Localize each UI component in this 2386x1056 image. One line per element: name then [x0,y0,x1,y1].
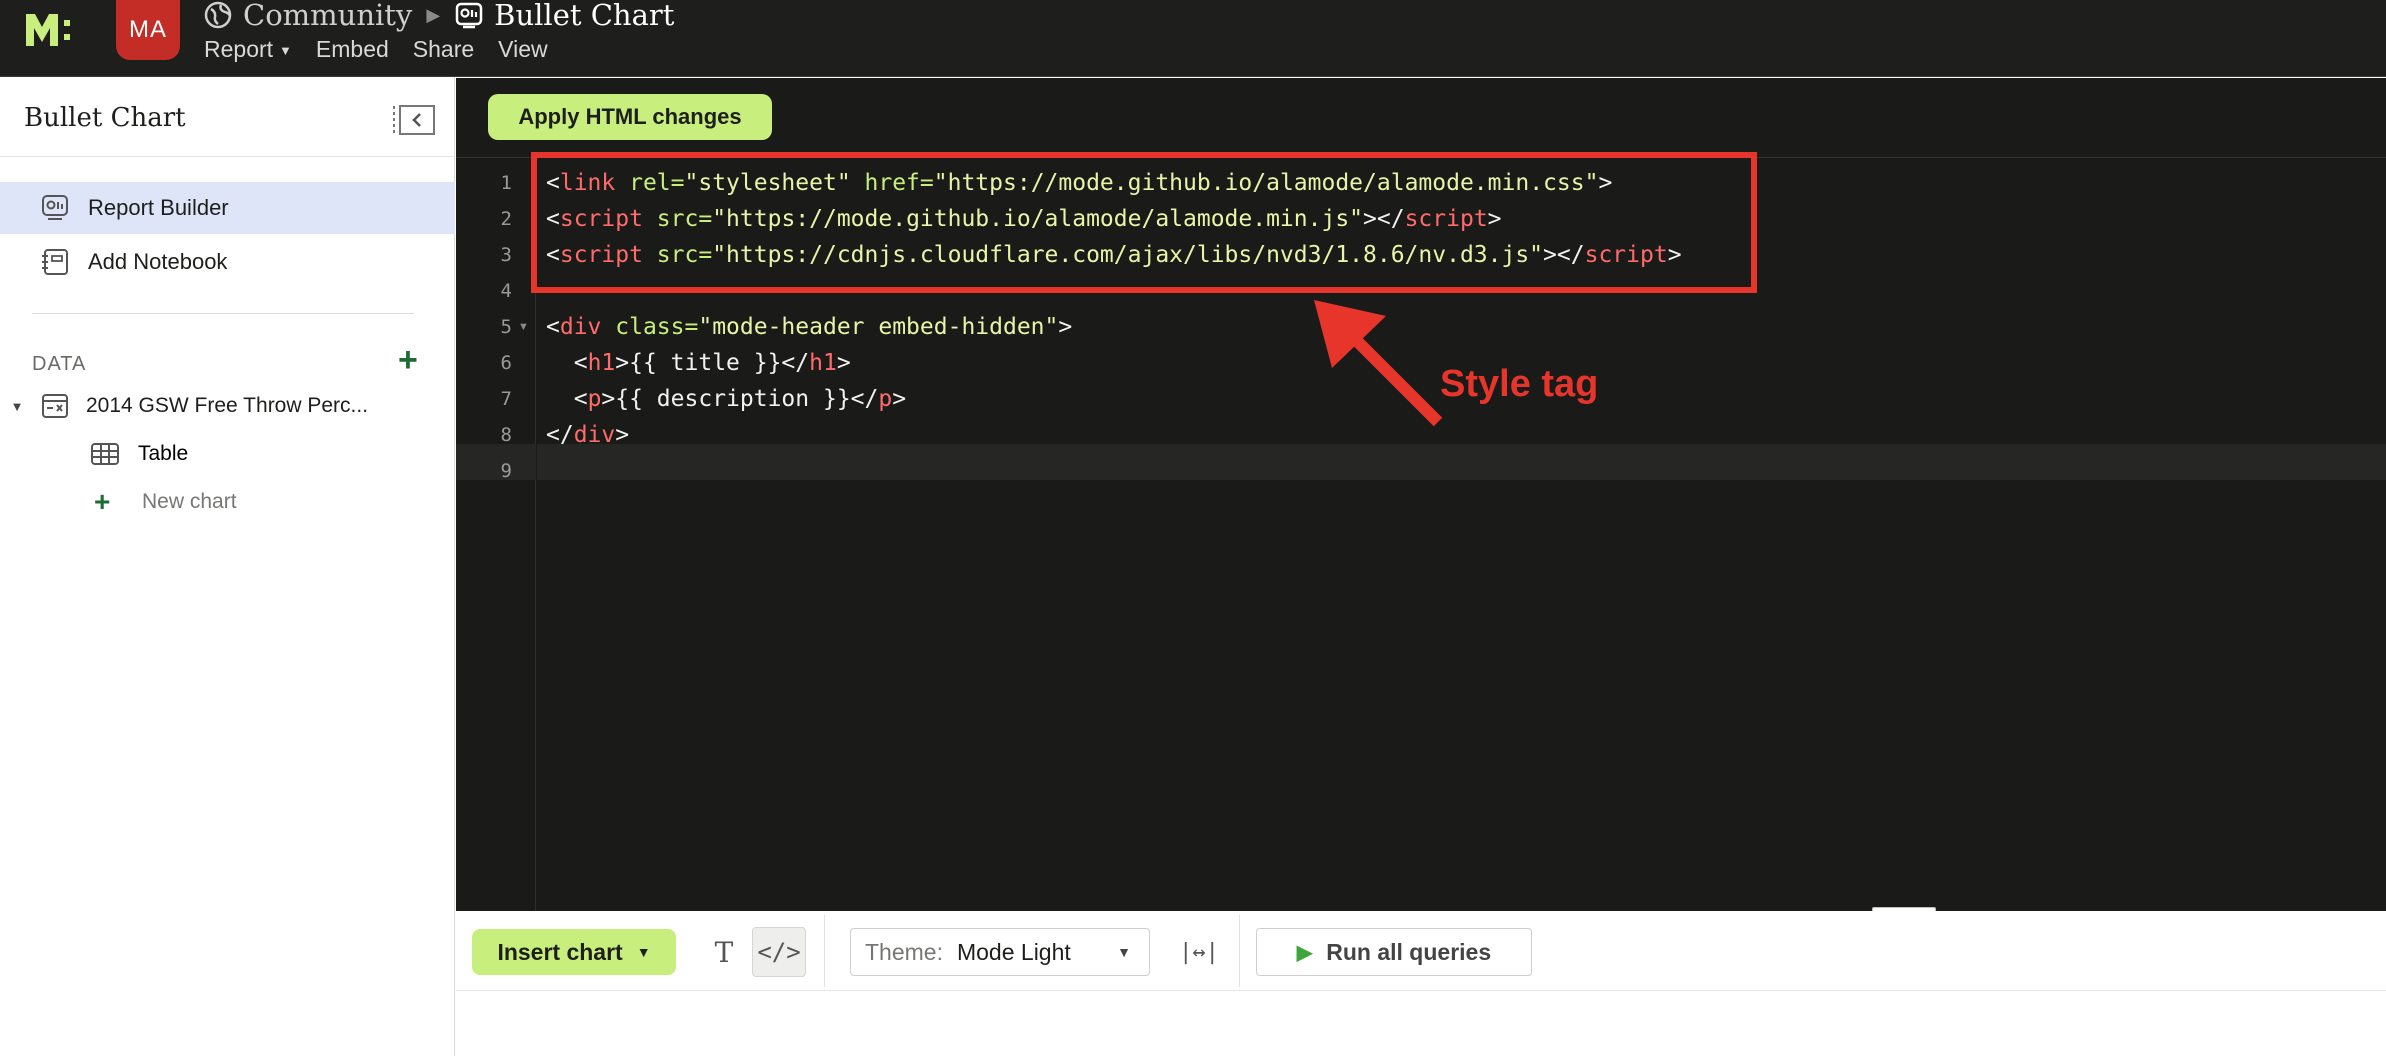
line-number: 3 [500,244,512,266]
left-sidebar: Bullet Chart Report Builder Add Notebook… [0,77,455,1056]
text-block-button[interactable]: T [701,929,747,975]
user-avatar[interactable]: MA [116,0,180,60]
dataset-row[interactable]: ▼ 2014 GSW Free Throw Perc... [0,386,455,426]
menu-embed[interactable]: Embed [316,36,389,63]
line-number: 9 [500,460,512,482]
menu-report[interactable]: Report ▼ [204,36,292,63]
line-number: 1 [500,172,512,194]
code-line-6: <h1>{{ title }}</h1> [573,350,851,376]
annotation-label: Style tag [1440,363,1599,405]
top-menu: Report ▼ Embed Share View [204,36,548,63]
insert-chart-label: Insert chart [497,938,623,965]
code-line-7: <p>{{ description }}</p> [573,386,907,412]
play-icon: ▶ [1296,941,1313,964]
data-section-heading: DATA [32,353,87,375]
top-bar: MA Community ▶ Bullet Chart Report ▼ Embe… [0,0,2386,77]
fold-arrow-icon[interactable]: ▼ [518,309,529,345]
report-icon [455,2,483,29]
new-chart-label: New chart [142,490,237,513]
sidebar-item-add-notebook[interactable]: Add Notebook [0,236,455,288]
line-number: 5 [500,316,512,338]
toolbar-divider [1239,915,1240,987]
theme-label: Theme: [865,938,943,965]
notebook-icon [42,249,68,275]
line-number: 8 [500,424,512,446]
caret-down-icon: ▼ [636,944,651,960]
code-line-8: </div> [546,422,630,448]
globe-icon [204,1,232,29]
caret-down-icon: ▼ [279,43,292,59]
breadcrumb-workspace[interactable]: Community [243,0,412,32]
dataset-name: 2014 GSW Free Throw Perc... [86,394,369,417]
annotation-arrow-icon [1314,300,1443,427]
dataset-child-label: Table [138,442,189,465]
run-all-queries-button[interactable]: ▶ Run all queries [1256,928,1532,976]
apply-html-changes-button[interactable]: Apply HTML changes [488,94,772,140]
breadcrumb: Community ▶ Bullet Chart [203,0,674,32]
table-icon [91,443,119,465]
app-root: MA Community ▶ Bullet Chart Report ▼ Embe… [0,0,2386,1056]
dataset-child-table[interactable]: Table [90,434,188,474]
menu-share[interactable]: Share [413,36,474,63]
insert-chart-button[interactable]: Insert chart ▼ [472,929,676,975]
sidebar-item-report-builder[interactable]: Report Builder [0,182,455,234]
mode-logo[interactable] [24,10,82,50]
theme-select[interactable]: Theme: Mode Light ▼ [850,928,1150,976]
bottom-toolbar: Insert chart ▼ T </> Theme: Mode Light ▼… [456,911,2386,991]
code-line-5: <div class="mode-header embed-hidden"> [546,314,1073,340]
line-number: 6 [500,352,512,374]
line-number: 7 [500,388,512,410]
add-data-plus-icon[interactable]: + [398,343,418,377]
annotation-highlight-box [531,152,1757,293]
query-icon [42,394,68,418]
breadcrumb-report-title[interactable]: Bullet Chart [494,0,674,32]
html-editor-toggle-button[interactable]: </> [752,927,806,977]
menu-view[interactable]: View [498,36,547,63]
caret-down-icon: ▼ [1117,944,1131,960]
sidebar-divider [0,156,455,157]
chevron-down-icon[interactable]: ▼ [4,399,30,414]
theme-value: Mode Light [956,938,1071,965]
plus-icon: + [94,486,111,517]
toolbar-divider [824,915,825,987]
chevron-right-icon: ▶ [426,4,441,26]
collapse-sidebar-icon[interactable] [390,102,438,138]
run-all-label: Run all queries [1326,938,1492,965]
sidebar-item-label: Report Builder [88,195,229,220]
line-number: 4 [500,280,512,302]
sidebar-item-label: Add Notebook [88,249,228,274]
new-chart-button[interactable]: + New chart [94,482,237,522]
line-number: 2 [500,208,512,230]
report-builder-icon [42,195,68,220]
sidebar-divider [32,313,414,314]
editor-toolbar: Apply HTML changes [456,78,2386,158]
full-width-toggle-icon[interactable]: |↔| [1171,929,1227,975]
line-number-gutter: 1 2 3 4 5 ▼ 6 7 8 9 [456,159,536,911]
sidebar-title: Bullet Chart [24,103,186,133]
